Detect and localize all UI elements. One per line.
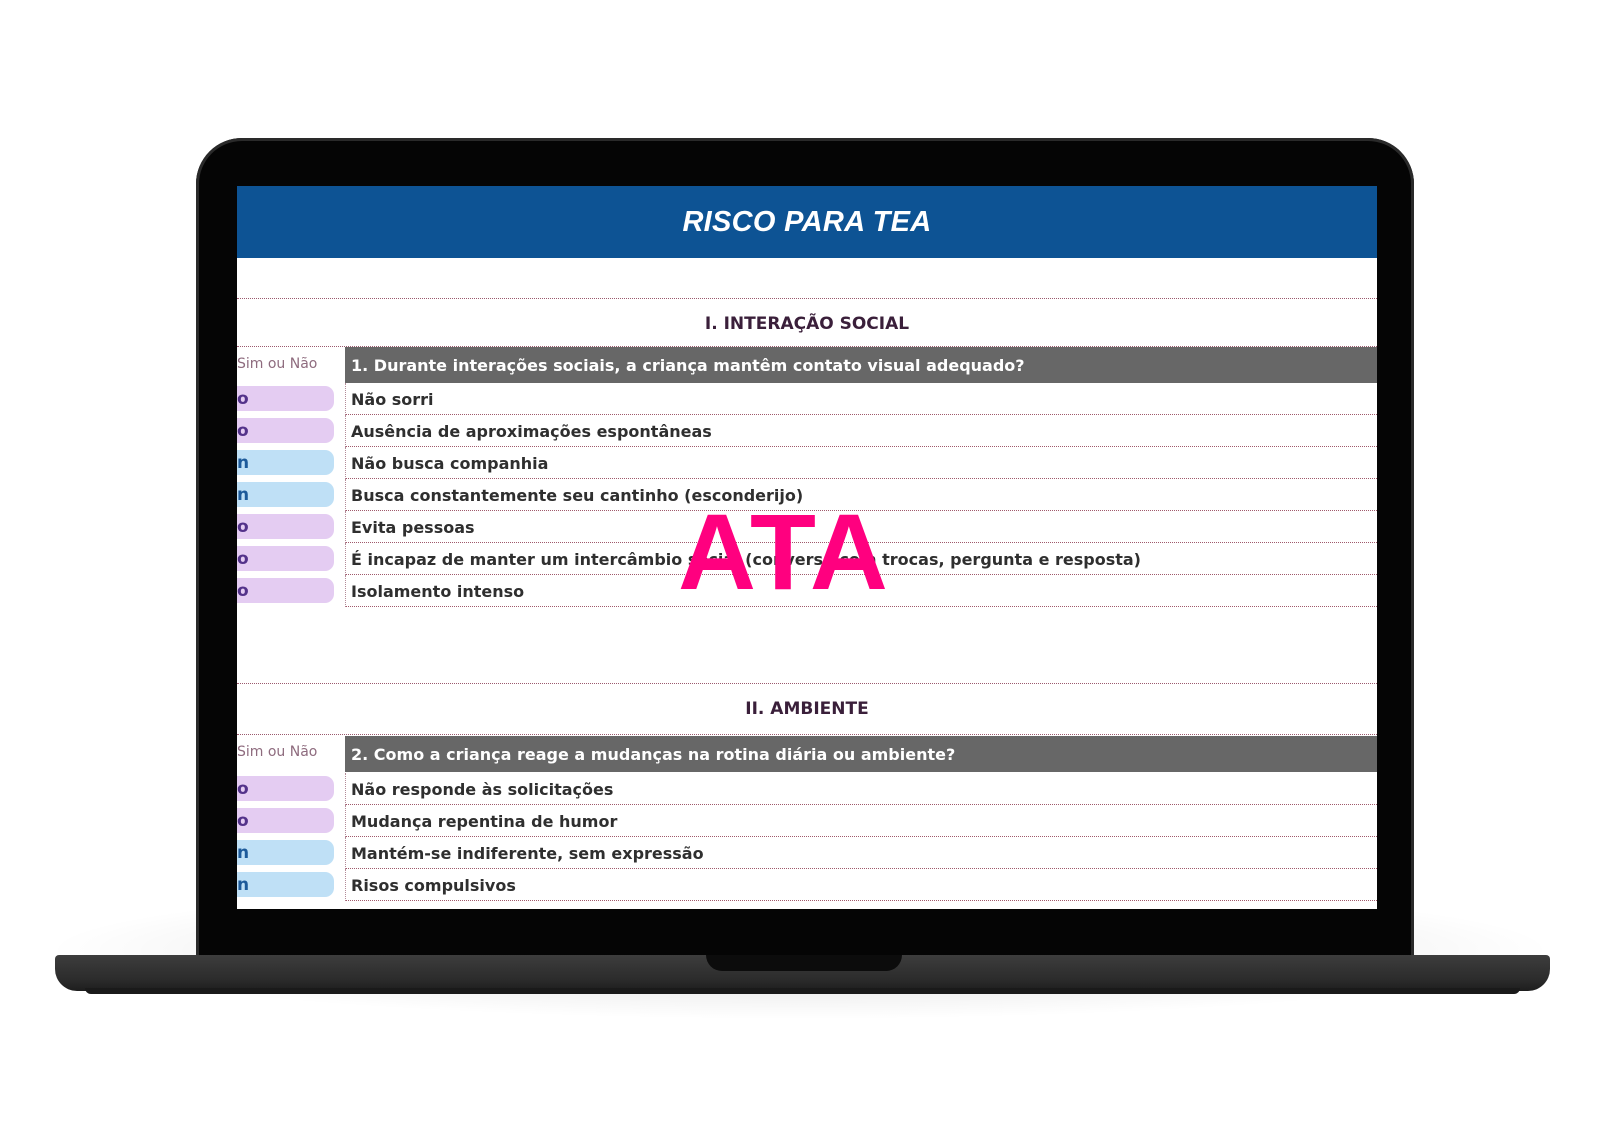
- row-text: Isolamento intenso: [351, 581, 525, 601]
- answer-dropdown[interactable]: o: [237, 418, 334, 443]
- answer-column-label: Sim ou Não: [237, 744, 318, 760]
- table-row: o Não sorri: [237, 383, 1377, 415]
- answer-dropdown[interactable]: n: [237, 482, 334, 507]
- page-title: RISCO PARA TEA: [682, 205, 932, 238]
- section-title-interacao-social: I. INTERAÇÃO SOCIAL: [704, 314, 910, 334]
- answer-dropdown[interactable]: o: [237, 386, 334, 411]
- answer-dropdown[interactable]: o: [237, 776, 334, 801]
- divider: [237, 298, 1377, 299]
- row-text: Evita pessoas: [351, 517, 475, 537]
- table-row: o Ausência de aproximações espontâneas: [237, 415, 1377, 447]
- table-row: n Risos compulsivos: [237, 869, 1377, 901]
- row-cell: [345, 383, 1377, 415]
- table-row: o Não responde às solicitações: [237, 773, 1377, 805]
- page-header: RISCO PARA TEA: [237, 186, 1377, 258]
- table-row: n Mantém-se indiferente, sem expressão: [237, 837, 1377, 869]
- row-text: Não responde às solicitações: [351, 779, 614, 799]
- table-row: n Não busca companhia: [237, 447, 1377, 479]
- divider: [237, 734, 1377, 735]
- answer-dropdown[interactable]: o: [237, 578, 334, 603]
- question-2-header: 2. Como a criança reage a mudanças na ro…: [345, 736, 1377, 772]
- ata-watermark: ATA: [678, 491, 890, 612]
- answer-dropdown[interactable]: n: [237, 840, 334, 865]
- row-text: Não sorri: [351, 389, 434, 409]
- row-text: Mudança repentina de humor: [351, 811, 618, 831]
- answer-dropdown[interactable]: o: [237, 808, 334, 833]
- row-text: Risos compulsivos: [351, 875, 516, 895]
- table-row: o Mudança repentina de humor: [237, 805, 1377, 837]
- row-text: Ausência de aproximações espontâneas: [351, 421, 712, 441]
- row-text: Mantém-se indiferente, sem expressão: [351, 843, 704, 863]
- answer-dropdown[interactable]: o: [237, 514, 334, 539]
- answer-dropdown[interactable]: n: [237, 450, 334, 475]
- question-1-header: 1. Durante interações sociais, a criança…: [345, 347, 1377, 383]
- laptop-notch: [706, 955, 902, 971]
- laptop-base-lip: [85, 988, 1520, 994]
- row-text: Não busca companhia: [351, 453, 549, 473]
- spreadsheet-screen: RISCO PARA TEA I. INTERAÇÃO SOCIAL Sim o…: [237, 186, 1377, 909]
- section-title-ambiente: II. AMBIENTE: [745, 699, 869, 719]
- answer-dropdown[interactable]: n: [237, 872, 334, 897]
- answer-column-label: Sim ou Não: [237, 356, 318, 372]
- answer-dropdown[interactable]: o: [237, 546, 334, 571]
- divider: [237, 683, 1377, 684]
